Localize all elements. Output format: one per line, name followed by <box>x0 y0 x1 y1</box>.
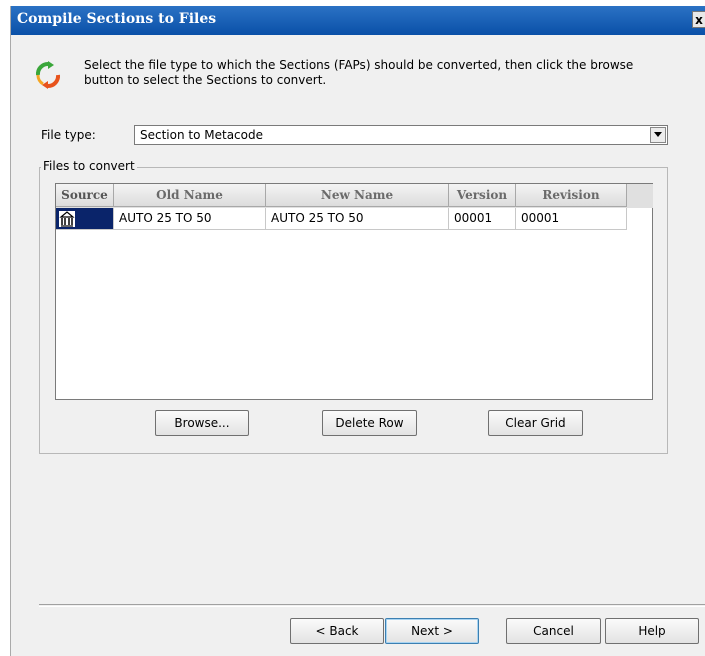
file-type-value: Section to Metacode <box>140 128 263 142</box>
column-header-revision[interactable]: Revision <box>516 184 627 207</box>
refresh-arrows-icon <box>34 61 62 89</box>
delete-row-button[interactable]: Delete Row <box>322 410 417 436</box>
column-header-source[interactable]: Source <box>56 184 114 207</box>
files-to-convert-legend: Files to convert <box>41 159 137 173</box>
source-cell[interactable] <box>56 208 114 230</box>
library-icon <box>59 211 75 227</box>
back-button[interactable]: < Back <box>290 618 384 644</box>
chevron-down-icon <box>654 132 662 137</box>
old-name-cell[interactable]: AUTO 25 TO 50 <box>114 208 266 230</box>
files-grid[interactable]: Source Old Name New Name Version Revisio… <box>55 183 653 400</box>
new-name-cell[interactable]: AUTO 25 TO 50 <box>266 208 449 230</box>
file-type-dropdown[interactable]: Section to Metacode <box>134 125 668 145</box>
file-type-label: File type: <box>41 128 96 142</box>
grid-header: Source Old Name New Name Version Revisio… <box>56 184 653 208</box>
help-button[interactable]: Help <box>605 618 699 644</box>
title-bar[interactable]: Compile Sections to Files x <box>11 6 705 35</box>
footer-separator <box>39 604 705 607</box>
cancel-button[interactable]: Cancel <box>506 618 601 644</box>
window-title: Compile Sections to Files <box>17 11 217 27</box>
close-icon: x <box>695 13 703 27</box>
clear-grid-button[interactable]: Clear Grid <box>488 410 583 436</box>
column-header-version[interactable]: Version <box>449 184 516 207</box>
instructions-text: Select the file type to which the Sectio… <box>84 58 634 87</box>
column-header-new-name[interactable]: New Name <box>266 184 449 207</box>
version-cell[interactable]: 00001 <box>449 208 516 230</box>
compile-sections-dialog: Compile Sections to Files x Select the f… <box>10 6 705 656</box>
dropdown-button[interactable] <box>650 127 666 143</box>
close-button[interactable]: x <box>692 11 705 28</box>
next-button[interactable]: Next > <box>385 618 479 644</box>
table-row[interactable]: AUTO 25 TO 50 AUTO 25 TO 50 00001 00001 <box>56 208 627 230</box>
revision-cell[interactable]: 00001 <box>516 208 627 230</box>
browse-button[interactable]: Browse... <box>155 410 249 436</box>
column-header-old-name[interactable]: Old Name <box>114 184 266 207</box>
